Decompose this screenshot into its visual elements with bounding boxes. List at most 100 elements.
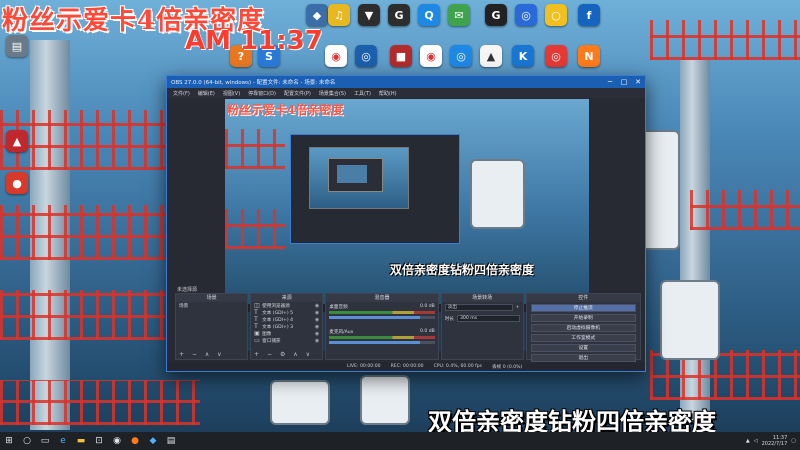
start-recording-button[interactable]: 开始录制 — [530, 314, 636, 322]
start-virtual-camera-button[interactable]: 启动虚拟摄像机 — [530, 324, 636, 332]
network-icon[interactable]: ▲ — [746, 438, 750, 444]
obs-titlebar[interactable]: OBS 27.0.0 (64-bit, windows) - 配置文件: 未命名… — [167, 76, 645, 88]
desktop-shortcut-icon[interactable]: ▲ — [6, 130, 28, 152]
volume-slider[interactable] — [329, 341, 435, 344]
app-taskbar-icon[interactable]: ◆ — [144, 432, 162, 450]
scene-item[interactable]: 场景 — [176, 302, 247, 309]
visibility-eye-icon[interactable]: ◉ — [315, 303, 319, 309]
app-shortcut-icon[interactable]: ◎ — [355, 45, 377, 67]
app-shortcut-icon[interactable]: K — [512, 45, 534, 67]
volume-slider[interactable] — [329, 316, 435, 319]
menu-profile[interactable]: 配置文件(P) — [284, 90, 311, 97]
preview-scaffold — [225, 209, 285, 249]
wallpaper-scaffold-4 — [0, 380, 200, 425]
source-item-label: 文本 (GDI+) 3 — [262, 324, 294, 330]
search-icon[interactable]: ○ — [18, 432, 36, 450]
text-source-icon: T — [254, 316, 258, 323]
volume-icon[interactable]: ◁ — [754, 438, 758, 444]
obs-menubar: 文件(F) 编辑(E) 视图(V) 停靠窗口(D) 配置文件(P) 场景集合(S… — [167, 88, 645, 98]
duration-label: 时长 — [444, 316, 454, 322]
qq-music-icon[interactable]: ♫ — [328, 4, 350, 26]
task-view-icon[interactable]: ▭ — [36, 432, 54, 450]
app-shortcut-icon[interactable]: G — [485, 4, 507, 26]
app-shortcut-icon[interactable]: G — [388, 4, 410, 26]
menu-view[interactable]: 视图(V) — [223, 90, 240, 97]
source-item[interactable]: T 文本 (GDI+) 4 ◉ — [251, 316, 322, 323]
app-taskbar-icon[interactable]: ● — [126, 432, 144, 450]
menu-edit[interactable]: 编辑(E) — [198, 90, 215, 97]
scenes-dock-controls[interactable]: + − ∧ ∨ — [179, 351, 225, 358]
obs-docks: 场景 场景 + − ∧ ∨ 来源 ◫ 使用浏览器源 ◉ T 文本 (GDI+) 5 ◉ … — [175, 293, 641, 362]
qq-icon[interactable]: Q — [418, 4, 440, 26]
source-item[interactable]: ◫ 使用浏览器源 ◉ — [251, 302, 322, 309]
wallpaper-robot-arm — [660, 280, 720, 360]
start-menu-icon[interactable]: ⊞ — [0, 432, 18, 450]
nested-preview-level-2 — [309, 147, 409, 209]
nested-preview-level-3 — [328, 158, 383, 192]
scenes-dock: 场景 场景 + − ∧ ∨ — [175, 293, 249, 360]
visibility-eye-icon[interactable]: ◉ — [315, 331, 319, 337]
visibility-eye-icon[interactable]: ◉ — [315, 310, 319, 316]
obs-window[interactable]: OBS 27.0.0 (64-bit, windows) - 配置文件: 未命名… — [166, 75, 646, 372]
edge-browser-icon[interactable]: e — [54, 432, 72, 450]
app-shortcut-icon[interactable]: ■ — [390, 45, 412, 67]
sources-dock-title: 来源 — [251, 294, 323, 302]
source-item[interactable]: ▭ 窗口捕获 ◉ — [251, 337, 322, 344]
menu-tools[interactable]: 工具(T) — [354, 90, 371, 97]
visibility-eye-icon[interactable]: ◉ — [315, 317, 319, 323]
exit-button[interactable]: 退出 — [530, 354, 636, 362]
taskbar-clock[interactable]: 11:37 2022/7/17 — [762, 435, 788, 447]
preview-robot — [470, 159, 525, 229]
transition-type-select[interactable]: 淡出 — [444, 304, 513, 311]
sources-dock-controls[interactable]: + − ⚙ ∧ ∨ — [254, 351, 313, 358]
app-shortcut-icon[interactable]: ◎ — [450, 45, 472, 67]
menu-help[interactable]: 帮助(H) — [379, 90, 397, 97]
chrome-icon[interactable]: ◉ — [420, 45, 442, 67]
app-taskbar-icon[interactable]: ▤ — [162, 432, 180, 450]
add-transition-icon[interactable]: + — [516, 305, 520, 310]
chrome-icon[interactable]: ◉ — [325, 45, 347, 67]
close-icon[interactable]: ✕ — [631, 76, 645, 88]
stop-streaming-button[interactable]: 停止推流 — [530, 304, 636, 312]
app-shortcut-icon[interactable]: N — [578, 45, 600, 67]
app-shortcut-icon[interactable]: ▲ — [480, 45, 502, 67]
menu-scene-collection[interactable]: 场景集合(S) — [319, 90, 346, 97]
wallpaper-scaffold-6 — [690, 190, 800, 230]
mixer-channel-db: 0.0 dB — [419, 304, 435, 309]
mixer-channel-name: 桌面音频 — [329, 305, 348, 310]
wechat-icon[interactable]: ✉ — [448, 4, 470, 26]
visibility-eye-icon[interactable]: ◉ — [315, 338, 319, 344]
app-shortcut-icon[interactable]: ○ — [545, 4, 567, 26]
obs-taskbar-icon[interactable]: ◉ — [108, 432, 126, 450]
source-item-label: 图像 — [262, 331, 272, 337]
app-shortcut-icon[interactable]: ◎ — [545, 45, 567, 67]
notification-icon[interactable]: ▢ — [791, 438, 796, 444]
nested-preview-level-4 — [337, 165, 367, 183]
app-shortcut-icon[interactable]: ▼ — [358, 4, 380, 26]
menu-docks[interactable]: 停靠窗口(D) — [248, 90, 276, 97]
source-item[interactable]: ▣ 图像 ◉ — [251, 330, 322, 337]
audio-level-meter — [329, 311, 435, 314]
store-icon[interactable]: ⊡ — [90, 432, 108, 450]
duration-input[interactable]: 300 ms — [457, 315, 520, 322]
controls-dock-title: 控件 — [526, 294, 640, 302]
desktop-shortcut-icon[interactable]: ◆ — [306, 4, 328, 26]
wallpaper-robot-foot — [270, 380, 330, 425]
mixer-channel-name: 麦克风/Aux — [329, 330, 354, 335]
file-explorer-icon[interactable]: ▬ — [72, 432, 90, 450]
source-item[interactable]: T 文本 (GDI+) 3 ◉ — [251, 323, 322, 330]
app-shortcut-icon[interactable]: ◎ — [515, 4, 537, 26]
menu-file[interactable]: 文件(F) — [173, 90, 190, 97]
rec-status: REC: 00:00:00 — [390, 364, 424, 369]
maximize-icon[interactable]: □ — [617, 76, 631, 88]
desktop-shortcut-icon[interactable]: ▤ — [6, 35, 28, 57]
settings-button[interactable]: 设置 — [530, 344, 636, 352]
minimize-icon[interactable]: ─ — [603, 76, 617, 88]
app-shortcut-icon[interactable]: f — [578, 4, 600, 26]
visibility-eye-icon[interactable]: ◉ — [315, 324, 319, 330]
studio-mode-button[interactable]: 工作室模式 — [530, 334, 636, 342]
desktop-shortcut-icon[interactable]: ● — [6, 172, 28, 194]
source-item[interactable]: T 文本 (GDI+) 5 ◉ — [251, 309, 322, 316]
image-source-icon: ▣ — [254, 330, 260, 337]
nested-obs-preview — [290, 134, 460, 244]
